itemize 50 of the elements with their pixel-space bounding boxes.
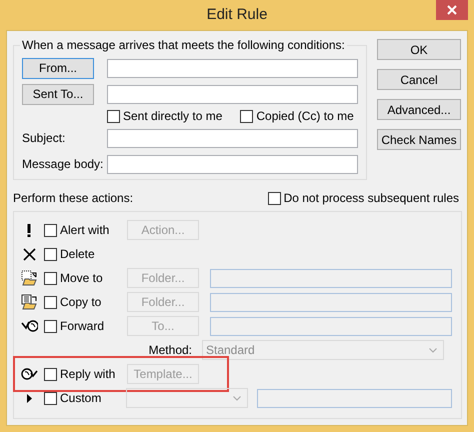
window-title: Edit Rule	[206, 6, 268, 22]
action-label: Copy to	[60, 295, 102, 309]
exclamation-icon	[27, 224, 31, 236]
checkbox[interactable]	[44, 320, 57, 332]
delete-icon	[22, 248, 36, 260]
checkbox[interactable]	[44, 224, 57, 236]
checkbox[interactable]	[44, 392, 57, 404]
folder-copy-icon	[20, 294, 38, 310]
method-label: Method:	[148, 343, 193, 357]
action-label: Custom	[60, 391, 102, 405]
checkbox-label: Sent directly to me	[123, 109, 222, 123]
reply-icon	[20, 367, 38, 381]
checkbox[interactable]	[44, 368, 57, 380]
expand-arrow-icon	[26, 394, 32, 402]
input-field[interactable]	[107, 84, 358, 104]
close-icon	[447, 5, 457, 15]
checkbox[interactable]	[44, 248, 57, 260]
forward-icon	[20, 319, 38, 333]
checkbox-label: Do not process subsequent rules	[284, 191, 459, 205]
input-field[interactable]	[210, 292, 452, 312]
input-field[interactable]	[210, 268, 452, 288]
custom-dropdown[interactable]	[126, 388, 248, 408]
checkbox[interactable]	[107, 110, 120, 122]
checkbox[interactable]	[44, 296, 57, 308]
field-label: Subject:	[22, 131, 66, 145]
condition-button[interactable]: Sent To...	[22, 84, 94, 104]
input-field[interactable]	[210, 316, 452, 336]
checkbox[interactable]	[44, 272, 57, 284]
action-label: Delete	[60, 247, 96, 261]
checkbox-label: Copied (Cc) to me	[256, 109, 354, 123]
action-label: Move to	[60, 271, 104, 285]
checkbox[interactable]	[240, 110, 254, 122]
section-title: Perform these actions:	[13, 191, 134, 205]
dialog-button[interactable]: Check Names	[377, 129, 461, 150]
group-title: When a message arrives that meets the following conditions:	[21, 38, 346, 52]
dialog-button[interactable]: Advanced...	[377, 99, 461, 120]
input-field[interactable]	[107, 154, 358, 174]
input-field[interactable]	[107, 58, 358, 78]
action-label: Reply with	[60, 367, 116, 381]
folder-move-icon	[20, 270, 38, 286]
input-field[interactable]	[107, 128, 358, 148]
condition-button[interactable]: From...	[22, 58, 94, 78]
dialog-button[interactable]: OK	[377, 39, 461, 60]
action-label: Alert with	[60, 223, 110, 237]
field-label: Message body:	[22, 157, 104, 171]
dialog-button[interactable]: Cancel	[377, 69, 461, 90]
input-field[interactable]	[257, 388, 452, 408]
action-label: Forward	[60, 319, 106, 333]
close-button[interactable]	[436, 0, 468, 20]
checkbox[interactable]	[268, 192, 281, 204]
